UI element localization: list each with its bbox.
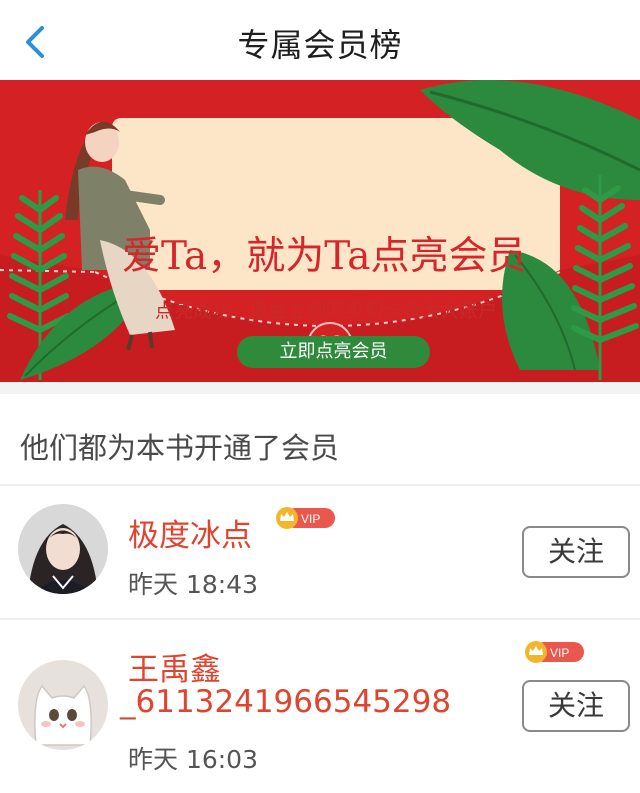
- vip-badge-text: VIP: [301, 512, 320, 526]
- crown-icon: VIP: [276, 507, 335, 529]
- crown-icon: VIP: [525, 641, 584, 663]
- avatar[interactable]: [18, 660, 108, 750]
- section-title: 他们都为本书开通了会员: [20, 431, 340, 465]
- section-gap: [0, 382, 640, 394]
- banner-headline: 爱Ta，就为Ta点亮会员: [122, 234, 527, 279]
- vip-badge-text: VIP: [550, 646, 569, 660]
- avatar-cat-icon: [18, 660, 108, 750]
- member-name: 王禹鑫: [128, 652, 221, 688]
- vip-badge: VIP: [275, 506, 337, 530]
- vip-badge: VIP: [524, 640, 586, 664]
- member-time: 昨天 18:43: [128, 570, 258, 599]
- follow-button[interactable]: 关注: [522, 526, 630, 578]
- member-row[interactable]: 极度冰点 VIP 昨天 18:43 关注: [0, 486, 640, 618]
- nav-bar: 专属会员榜: [0, 0, 640, 80]
- activate-membership-button[interactable]: 立即点亮会员: [237, 336, 430, 368]
- avatar-girl-icon: [18, 504, 108, 594]
- avatar[interactable]: [18, 504, 108, 594]
- promo-banner[interactable]: 爱Ta，就为Ta点亮会员 点亮成功，收益立刻同步到作者大大账户 立即点亮会员: [0, 80, 640, 382]
- member-row[interactable]: 王禹鑫 _6113241966545298 VIP 昨天 16:03 关注: [0, 620, 640, 793]
- page-title: 专属会员榜: [237, 26, 403, 64]
- banner-subline: 点亮成功，收益立刻同步到作者大大账户: [155, 300, 498, 322]
- member-name: 极度冰点: [128, 518, 252, 554]
- follow-button[interactable]: 关注: [522, 680, 630, 732]
- member-name-suffix: _6113241966545298: [120, 684, 452, 720]
- member-time: 昨天 16:03: [128, 745, 258, 774]
